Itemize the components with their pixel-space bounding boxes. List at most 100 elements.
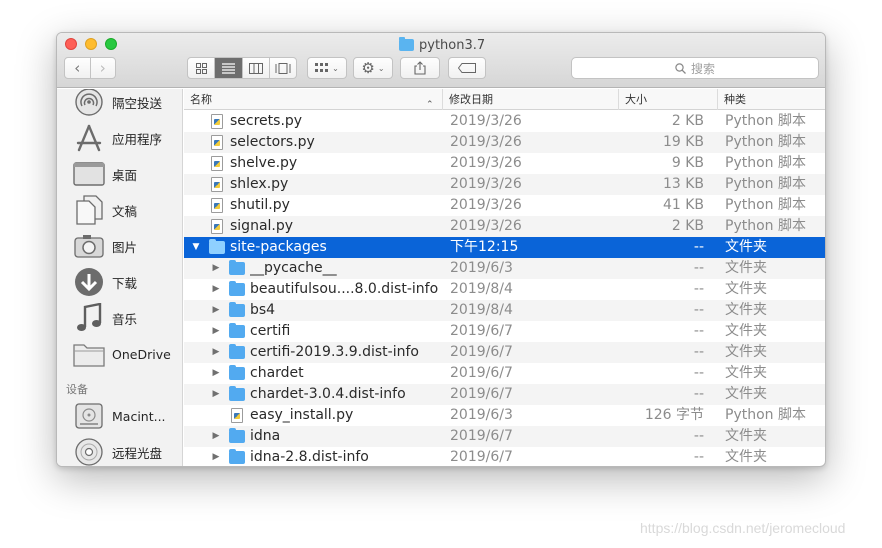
forward-button[interactable]: › xyxy=(89,58,116,78)
sidebar-item-airdrop[interactable]: 隔空投送 xyxy=(73,89,162,118)
column-header-size[interactable]: 大小 xyxy=(618,89,717,110)
share-button[interactable] xyxy=(400,57,440,79)
column-header-name[interactable]: 名称 ⌃ xyxy=(184,89,440,110)
folder-icon xyxy=(229,384,245,405)
list-view-button[interactable] xyxy=(215,58,243,78)
python-file-icon xyxy=(209,195,225,216)
file-name: __pycache__ xyxy=(250,260,337,276)
folder-icon xyxy=(209,237,225,258)
sidebar-item-macintosh-hd[interactable]: Macint... xyxy=(73,400,166,432)
file-name: certifi xyxy=(250,323,291,339)
hard-drive-icon xyxy=(73,400,105,432)
tag-button[interactable] xyxy=(448,57,486,79)
sidebar-item-documents[interactable]: 文稿 xyxy=(73,194,137,226)
disclosure-collapsed-icon[interactable]: ▶ xyxy=(210,321,222,342)
gallery-view-button[interactable] xyxy=(270,58,296,78)
group-by-button[interactable]: ⌄ xyxy=(307,57,347,79)
file-name: chardet-3.0.4.dist-info xyxy=(250,386,406,402)
disclosure-collapsed-icon[interactable]: ▶ xyxy=(210,300,222,321)
disclosure-spacer xyxy=(190,174,202,195)
icon-view-button[interactable] xyxy=(188,58,216,78)
file-date: 2019/3/26 xyxy=(450,176,522,192)
minimize-window-button[interactable] xyxy=(85,38,97,50)
folder-row[interactable]: ▶ idna-2.8.dist-info 2019/6/7 -- 文件夹 xyxy=(184,447,825,466)
file-name: site-packages xyxy=(230,239,327,255)
file-row[interactable]: easy_install.py 2019/6/3 126 字节 Python 脚本 xyxy=(184,405,825,426)
file-name: easy_install.py xyxy=(250,407,354,423)
file-date: 2019/6/3 xyxy=(450,407,513,423)
python-file-icon xyxy=(229,405,245,426)
file-kind: 文件夹 xyxy=(725,323,767,339)
file-kind: Python 脚本 xyxy=(725,113,806,129)
disclosure-collapsed-icon[interactable]: ▶ xyxy=(210,342,222,363)
folder-row[interactable]: ▶ chardet 2019/6/7 -- 文件夹 xyxy=(184,363,825,384)
file-row[interactable]: secrets.py 2019/3/26 2 KB Python 脚本 xyxy=(184,111,825,132)
disclosure-collapsed-icon[interactable]: ▶ xyxy=(210,279,222,300)
file-date: 2019/8/4 xyxy=(450,302,513,318)
file-kind: 文件夹 xyxy=(725,302,767,318)
close-window-button[interactable] xyxy=(65,38,77,50)
file-name: idna-2.8.dist-info xyxy=(250,449,369,465)
disclosure-expanded-icon[interactable]: ▼ xyxy=(190,237,202,258)
file-size: 19 KB xyxy=(662,134,704,150)
sidebar-item-label: 桌面 xyxy=(112,167,138,183)
gear-icon: ⚙ xyxy=(361,59,375,77)
sidebar-item-music[interactable]: 音乐 xyxy=(73,302,137,334)
sidebar-item-onedrive[interactable]: OneDrive xyxy=(73,338,171,370)
file-name: shutil.py xyxy=(230,197,290,213)
search-icon xyxy=(675,62,686,74)
remote-disc-icon xyxy=(73,436,105,466)
file-name: chardet xyxy=(250,365,304,381)
file-kind: 文件夹 xyxy=(725,449,767,465)
folder-row[interactable]: ▶ idna 2019/6/7 -- 文件夹 xyxy=(184,426,825,447)
file-date: 2019/6/3 xyxy=(450,260,513,276)
disclosure-collapsed-icon[interactable]: ▶ xyxy=(210,384,222,405)
file-date: 2019/6/7 xyxy=(450,449,513,465)
disclosure-collapsed-icon[interactable]: ▶ xyxy=(210,447,222,466)
list-view-icon xyxy=(221,62,235,74)
disclosure-spacer xyxy=(190,195,202,216)
folder-row[interactable]: ▶ beautifulsou....8.0.dist-info 2019/8/4 --… xyxy=(184,279,825,300)
sidebar-item-pictures[interactable]: 图片 xyxy=(73,230,137,262)
disclosure-collapsed-icon[interactable]: ▶ xyxy=(210,363,222,384)
sidebar-item-remote-disc[interactable]: 远程光盘 xyxy=(73,436,162,466)
folder-row[interactable]: ▶ bs4 2019/8/4 -- 文件夹 xyxy=(184,300,825,321)
folder-row[interactable]: ▶ certifi-2019.3.9.dist-info 2019/6/7 -- 文件夹 xyxy=(184,342,825,363)
sidebar-item-label: 下载 xyxy=(112,275,138,291)
file-size: -- xyxy=(693,281,704,297)
disclosure-collapsed-icon[interactable]: ▶ xyxy=(210,258,222,279)
folder-row[interactable]: ▶ chardet-3.0.4.dist-info 2019/6/7 -- 文件夹 xyxy=(184,384,825,405)
file-size: -- xyxy=(693,323,704,339)
chevron-down-icon: ⌄ xyxy=(332,63,339,73)
sidebar-item-applications[interactable]: 应用程序 xyxy=(73,122,162,154)
file-size: -- xyxy=(693,386,704,402)
column-header-kind[interactable]: 种类 xyxy=(717,89,825,110)
file-name: bs4 xyxy=(250,302,276,318)
icon-view-icon xyxy=(195,62,207,74)
back-button[interactable]: ‹ xyxy=(65,58,90,78)
column-header-date[interactable]: 修改日期 xyxy=(442,89,618,110)
file-kind: 文件夹 xyxy=(725,344,767,360)
documents-icon xyxy=(73,194,105,226)
sidebar-item-desktop[interactable]: 桌面 xyxy=(73,158,137,190)
search-field[interactable]: 搜索 xyxy=(571,57,819,79)
folder-row[interactable]: ▼ site-packages 下午12:15 -- 文件夹 xyxy=(184,237,825,258)
share-icon xyxy=(414,61,426,75)
action-menu-button[interactable]: ⚙ ⌄ xyxy=(353,57,393,79)
sidebar-item-label: 图片 xyxy=(112,239,138,255)
sidebar-item-downloads[interactable]: 下载 xyxy=(73,266,137,298)
file-row[interactable]: shutil.py 2019/3/26 41 KB Python 脚本 xyxy=(184,195,825,216)
column-view-button[interactable] xyxy=(243,58,270,78)
folder-row[interactable]: ▶ certifi 2019/6/7 -- 文件夹 xyxy=(184,321,825,342)
disclosure-collapsed-icon[interactable]: ▶ xyxy=(210,426,222,447)
airdrop-icon xyxy=(73,89,105,118)
file-date: 2019/8/4 xyxy=(450,281,513,297)
file-date: 2019/3/26 xyxy=(450,218,522,234)
zoom-window-button[interactable] xyxy=(105,38,117,50)
file-row[interactable]: signal.py 2019/3/26 2 KB Python 脚本 xyxy=(184,216,825,237)
folder-row[interactable]: ▶ __pycache__ 2019/6/3 -- 文件夹 xyxy=(184,258,825,279)
file-row[interactable]: shlex.py 2019/3/26 13 KB Python 脚本 xyxy=(184,174,825,195)
file-kind: Python 脚本 xyxy=(725,176,806,192)
file-row[interactable]: shelve.py 2019/3/26 9 KB Python 脚本 xyxy=(184,153,825,174)
file-row[interactable]: selectors.py 2019/3/26 19 KB Python 脚本 xyxy=(184,132,825,153)
